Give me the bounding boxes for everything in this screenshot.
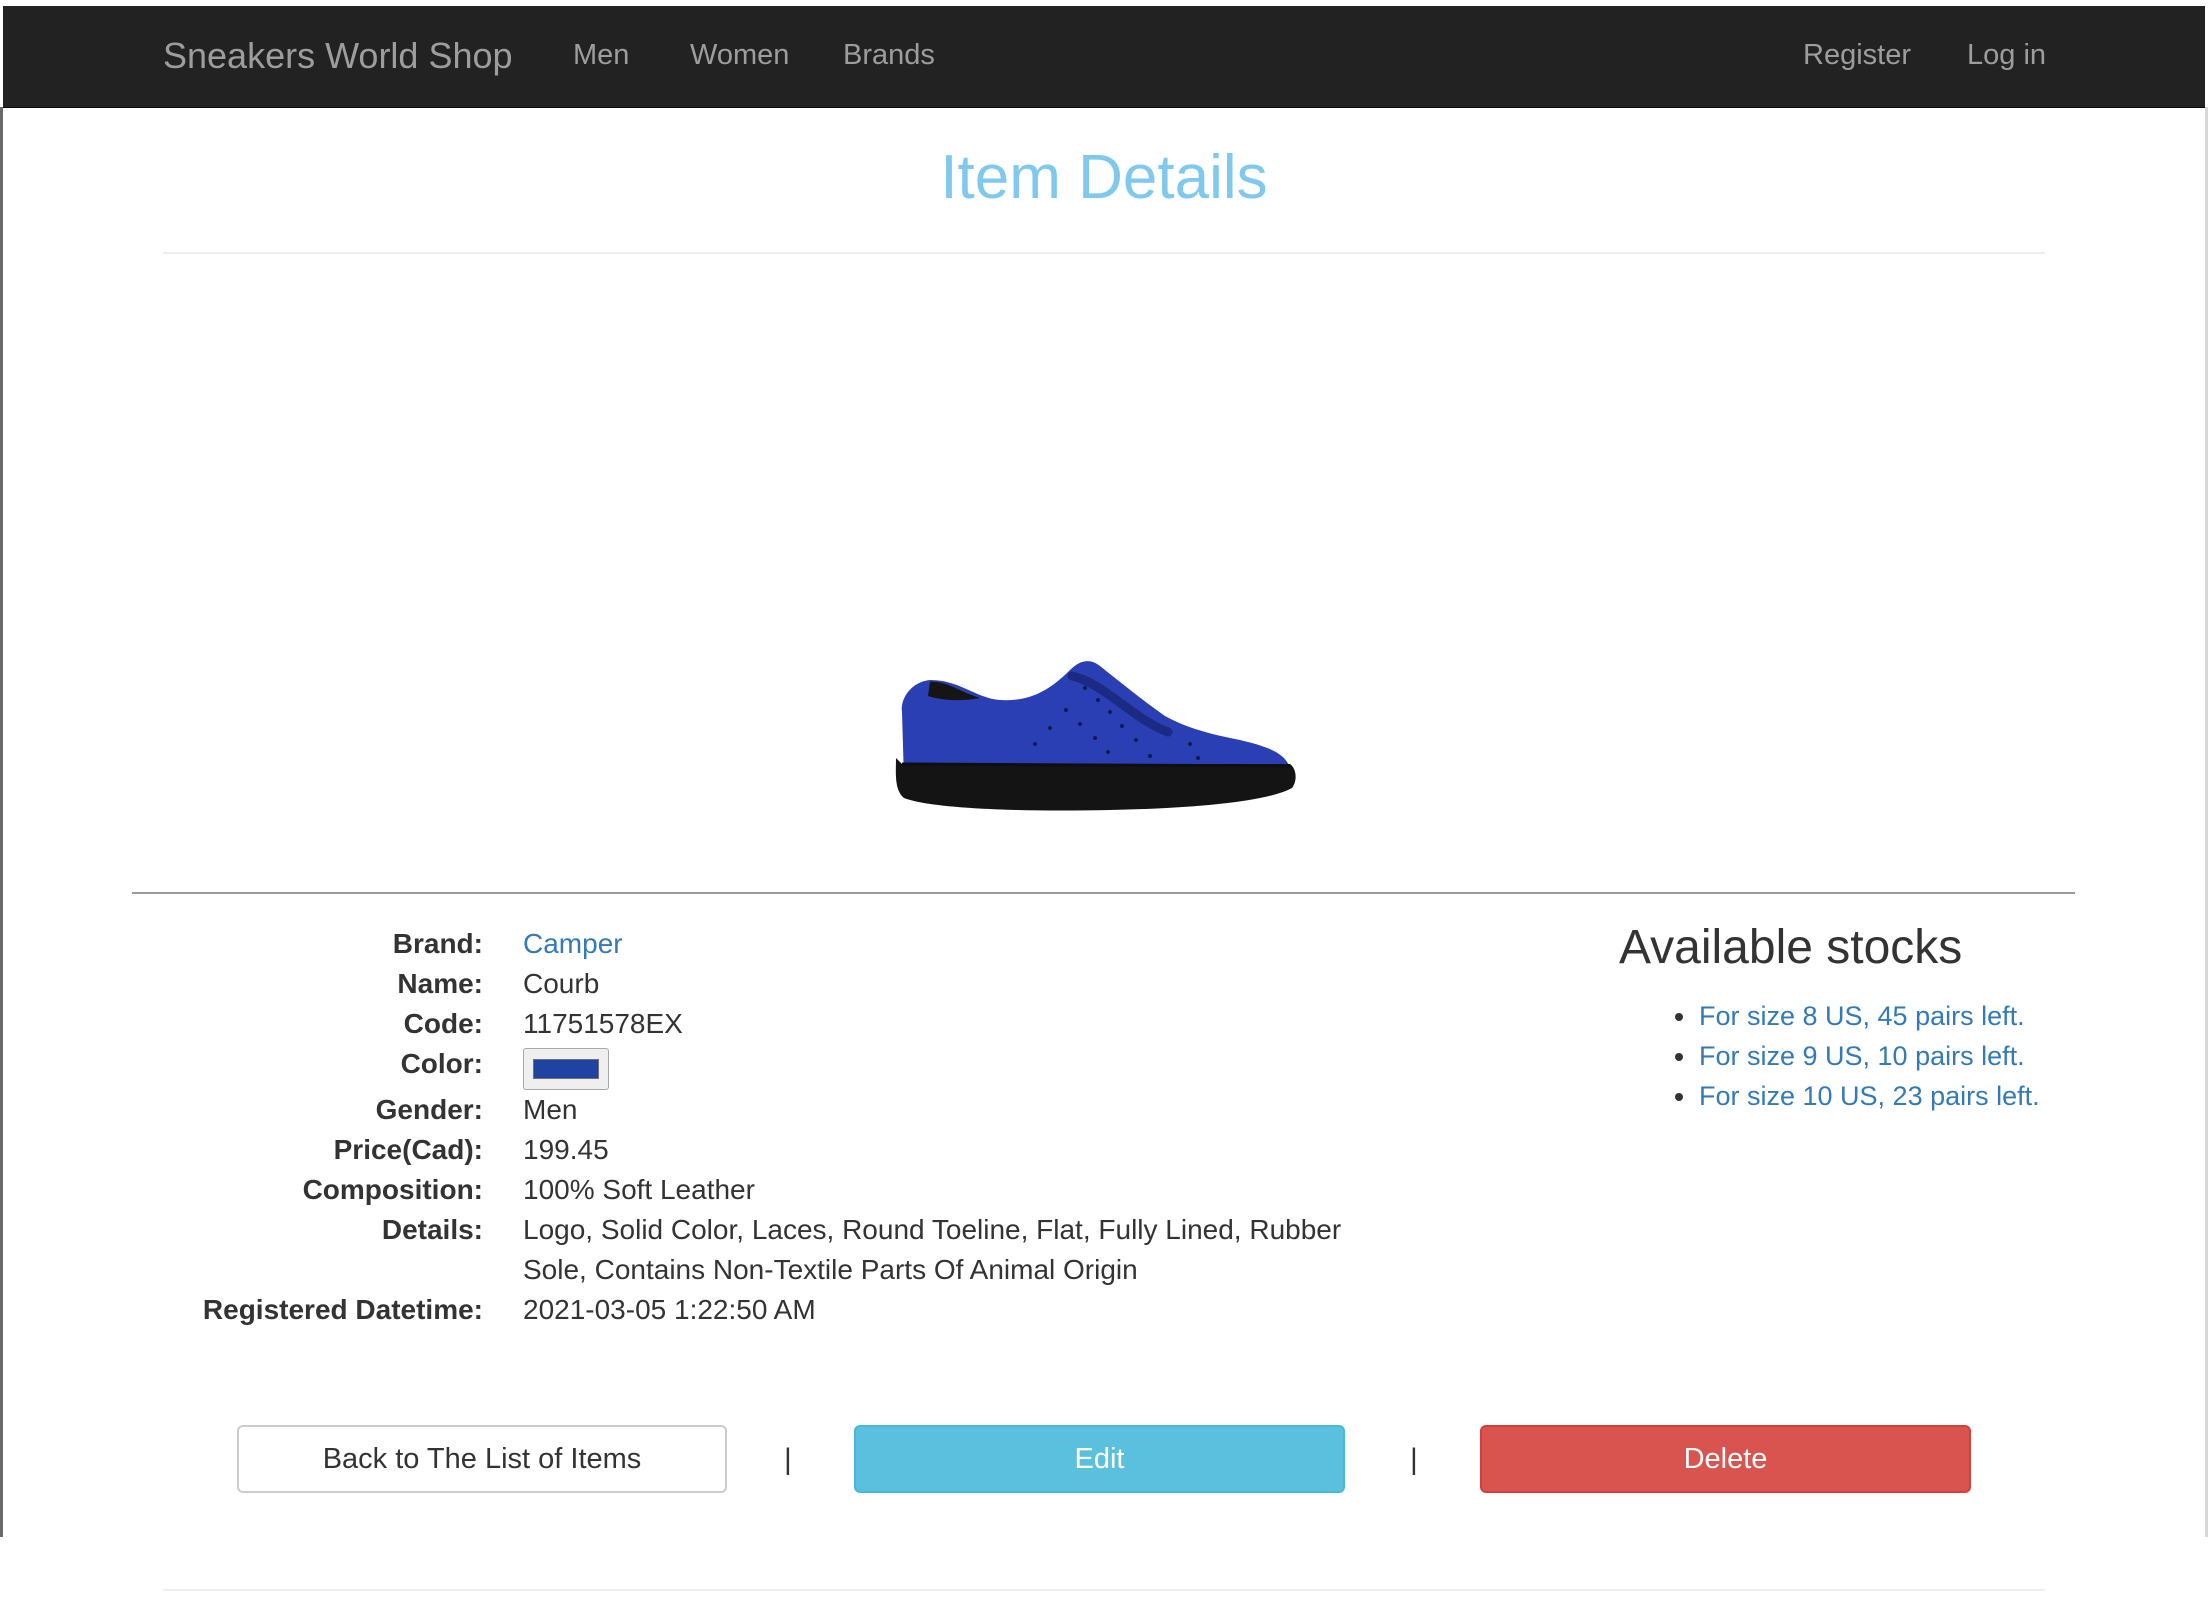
- back-to-list-button[interactable]: Back to The List of Items: [237, 1425, 727, 1493]
- details-label: Details:: [381, 1214, 483, 1245]
- composition-value: 100% Soft Leather: [523, 1174, 755, 1205]
- footer-divider: [163, 1589, 2045, 1591]
- registered-value: 2021-03-05 1:22:50 AM: [523, 1294, 816, 1325]
- brand-link[interactable]: Sneakers World Shop: [163, 6, 513, 107]
- details-value: Logo, Solid Color, Laces, Round Toeline,…: [523, 1214, 1342, 1285]
- price-value: 199.45: [523, 1134, 609, 1165]
- stocks-list: For size 8 US, 45 pairs left. For size 9…: [1675, 996, 2044, 1116]
- nav-link-men[interactable]: Men: [573, 6, 629, 107]
- name-value: Courb: [523, 968, 600, 999]
- nav-link-brands[interactable]: Brands: [843, 6, 935, 107]
- gender-label: Gender:: [375, 1094, 483, 1125]
- register-link[interactable]: Register: [1803, 6, 1911, 107]
- login-link[interactable]: Log in: [1967, 6, 2046, 107]
- delete-button[interactable]: Delete: [1480, 1425, 1971, 1493]
- price-label: Price(Cad):: [333, 1134, 483, 1165]
- stocks-title: Available stocks: [1619, 921, 1963, 974]
- stock-item[interactable]: For size 10 US, 23 pairs left.: [1675, 1076, 2044, 1116]
- navbar: Sneakers World Shop Men Women Brands Reg…: [3, 6, 2205, 108]
- stock-item[interactable]: For size 8 US, 45 pairs left.: [1675, 996, 2044, 1036]
- brand-link-camper[interactable]: Camper: [523, 928, 623, 959]
- stock-item[interactable]: For size 9 US, 10 pairs left.: [1675, 1036, 2044, 1076]
- brand-label: Brand:: [392, 928, 483, 959]
- composition-label: Composition:: [302, 1174, 483, 1205]
- name-label: Name:: [397, 968, 483, 999]
- title-divider: [163, 252, 2045, 254]
- color-label: Color:: [400, 1048, 483, 1079]
- image-divider: [132, 892, 2075, 894]
- color-picker[interactable]: [523, 1048, 609, 1090]
- separator: |: [784, 1443, 792, 1476]
- nav-link-women[interactable]: Women: [690, 6, 789, 107]
- color-swatch: [533, 1059, 599, 1079]
- code-value: 11751578EX: [523, 1008, 683, 1039]
- window-edge-left: [0, 107, 3, 1537]
- edit-button[interactable]: Edit: [854, 1425, 1345, 1493]
- shoe-image: [895, 661, 1296, 811]
- page-title: Item Details: [940, 143, 1268, 212]
- registered-label: Registered Datetime:: [202, 1294, 483, 1325]
- code-label: Code:: [403, 1008, 483, 1039]
- separator: |: [1410, 1443, 1418, 1476]
- gender-value: Men: [523, 1094, 578, 1125]
